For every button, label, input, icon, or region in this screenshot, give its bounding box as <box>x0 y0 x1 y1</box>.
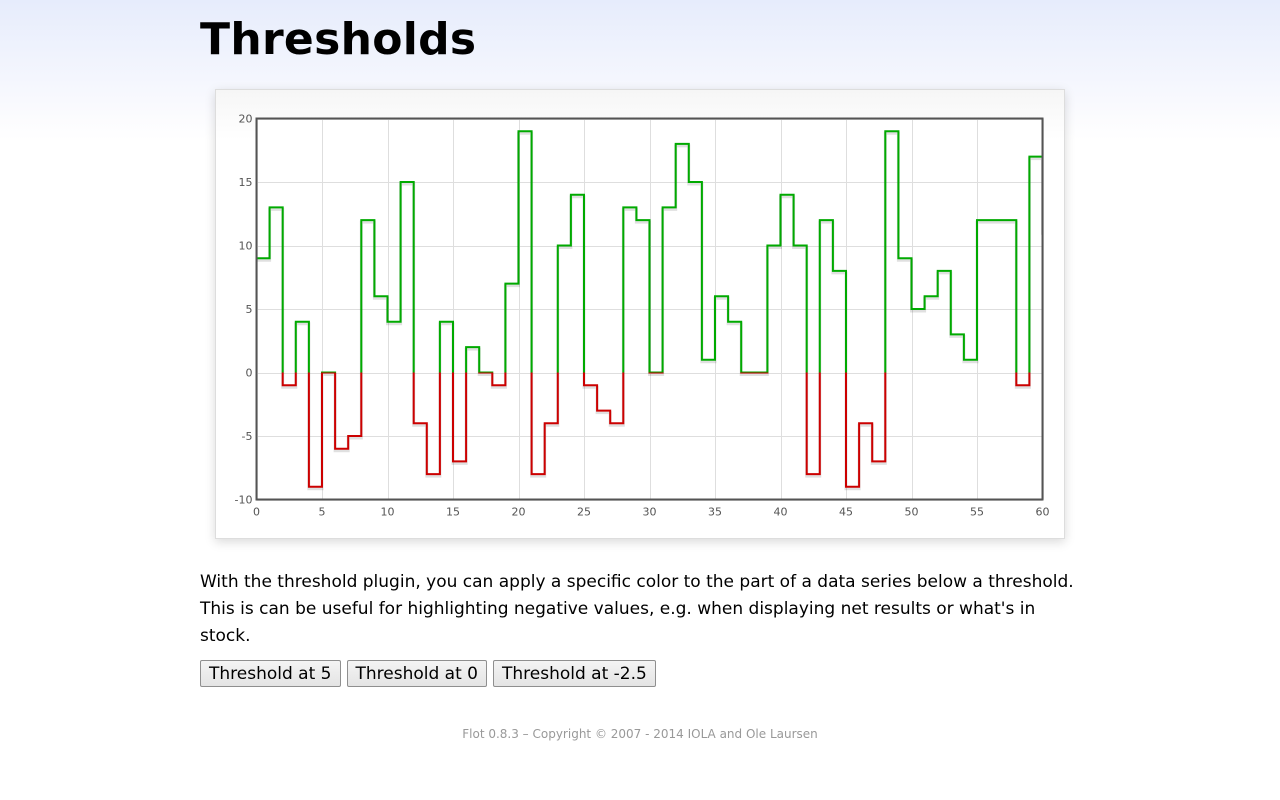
y-tick-label: 20 <box>239 113 253 126</box>
y-tick-label: 0 <box>246 367 253 380</box>
y-tick-label: -10 <box>235 494 253 507</box>
x-tick-label: 55 <box>970 506 984 519</box>
x-tick-label: 40 <box>774 506 788 519</box>
description: With the threshold plugin, you can apply… <box>200 572 1074 646</box>
x-tick-label: 10 <box>381 506 395 519</box>
y-tick-label: 5 <box>246 303 253 316</box>
x-tick-label: 30 <box>643 506 657 519</box>
x-tick-label: 25 <box>577 506 591 519</box>
x-tick-label: 20 <box>512 506 526 519</box>
chart-container: 0 5 10 15 20 25 30 35 40 45 50 55 60 -10 -5 0 5 10 15 20 <box>215 89 1065 539</box>
x-tick-label: 15 <box>446 506 460 519</box>
threshold-chart: 0 5 10 15 20 25 30 35 40 45 50 55 60 -10 -5 0 5 10 15 20 <box>235 113 1050 519</box>
page-title: Thresholds <box>200 14 477 65</box>
threshold-5-button[interactable]: Threshold at 5 <box>200 660 341 687</box>
y-tick-label: 15 <box>239 176 253 189</box>
footer: Flot 0.8.3 – Copyright © 2007 - 2014 IOL… <box>462 727 818 741</box>
y-tick-label: 10 <box>239 240 253 253</box>
x-tick-label: 60 <box>1036 506 1050 519</box>
x-tick-label: 45 <box>839 506 853 519</box>
x-tick-label: 5 <box>319 506 326 519</box>
y-tick-label: -5 <box>242 430 253 443</box>
x-tick-label: 35 <box>708 506 722 519</box>
button-group: Threshold at 5 Threshold at 0 Threshold … <box>200 660 656 687</box>
threshold-0-button[interactable]: Threshold at 0 <box>346 660 487 687</box>
x-tick-label: 0 <box>253 506 260 519</box>
x-tick-label: 50 <box>905 506 919 519</box>
threshold-neg-2-5-button[interactable]: Threshold at -2.5 <box>493 660 656 687</box>
